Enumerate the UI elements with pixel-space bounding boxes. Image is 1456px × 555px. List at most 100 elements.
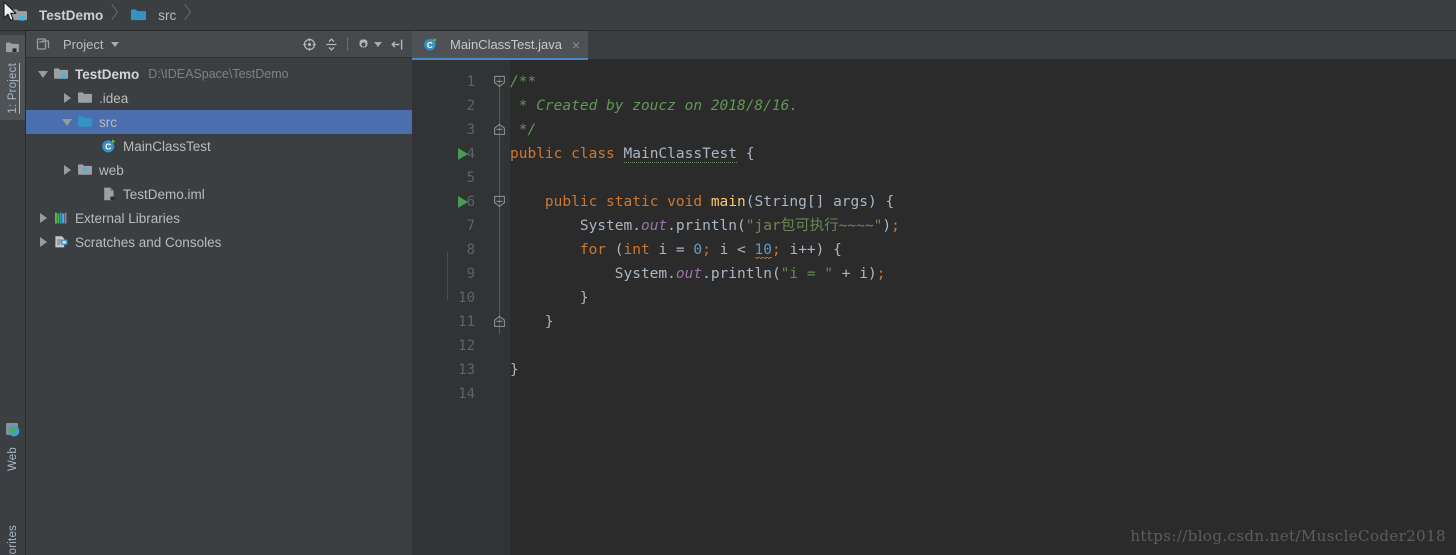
settings-gear-icon[interactable]: [356, 37, 371, 52]
line-number: 3: [466, 122, 475, 138]
line-number: 1: [466, 74, 475, 90]
iml-file-icon: [100, 185, 118, 203]
code-line: */: [510, 122, 537, 138]
line-number: 5: [466, 170, 475, 186]
breadcrumb-item-src[interactable]: src: [119, 0, 182, 31]
code-line: for (int i = 0; i < 10; i++) {: [579, 242, 842, 259]
line-number: 13: [458, 362, 475, 378]
tree-twisty-expanded-icon[interactable]: [58, 110, 76, 134]
tree-twisty-collapsed-icon[interactable]: [34, 206, 52, 230]
code-line: public class MainClassTest {: [510, 146, 755, 163]
scroll-from-source-icon[interactable]: [302, 37, 317, 52]
navigation-bar: TestDemo src: [0, 0, 1456, 31]
editor-tab-bar: C MainClassTest.java ×: [412, 31, 1456, 60]
fold-toggle-icon[interactable]: [493, 123, 506, 136]
tree-node-web[interactable]: web: [26, 158, 412, 182]
run-gutter-icon[interactable]: [458, 196, 468, 208]
tree-twisty-spacer: [82, 182, 100, 206]
tree-node-idea[interactable]: .idea: [26, 86, 412, 110]
tree-node-external-libraries[interactable]: External Libraries: [26, 206, 412, 230]
tree-twisty-expanded-icon[interactable]: [34, 62, 52, 86]
idea-window: TestDemo src 1: Project Web Project Test…: [0, 0, 1456, 555]
tree-node-scratches-and-consoles[interactable]: Scratches and Consoles: [26, 230, 412, 254]
web-globe-icon: [5, 422, 21, 443]
stripe-button-web[interactable]: Web: [0, 416, 25, 477]
fold-toggle-icon[interactable]: [493, 75, 506, 88]
stripe-button-favorites[interactable]: 2: Favorites: [0, 519, 25, 555]
project-tool-window: Project TestDemo D:\IDEASpace\TestDemo .…: [26, 31, 412, 555]
tree-node-path: D:\IDEASpace\TestDemo: [148, 67, 289, 81]
fold-toggle-icon[interactable]: [493, 195, 506, 208]
tree-node-label: .idea: [99, 90, 129, 106]
tree-twisty-collapsed-icon[interactable]: [58, 86, 76, 110]
tree-node-mainclasstest[interactable]: C MainClassTest: [26, 134, 412, 158]
svg-text:C: C: [105, 142, 111, 152]
code-line: /**: [510, 74, 537, 90]
tree-node-testdemo-iml[interactable]: TestDemo.iml: [26, 182, 412, 206]
code-line: }: [510, 290, 589, 306]
tree-node-label: src: [99, 114, 117, 130]
gear-dropdown-chevron-icon[interactable]: [374, 41, 382, 47]
tree-node-label: TestDemo.iml: [123, 186, 205, 202]
module-folder-icon: [10, 6, 28, 24]
tree-node-testdemo[interactable]: TestDemo D:\IDEASpace\TestDemo: [26, 62, 412, 86]
project-panel-title: Project: [63, 36, 104, 52]
svg-text:C: C: [427, 41, 433, 50]
project-panel-actions: [302, 37, 408, 52]
breadcrumb-label: TestDemo: [39, 7, 104, 23]
code-line: System.out.println("i = " + i);: [614, 266, 886, 282]
collapse-all-icon[interactable]: [324, 37, 339, 52]
scratches-icon: [52, 233, 70, 251]
code-editor[interactable]: 1 2 3 4 5 6 7 8 9 10 11 12 13 14 /** * Created by zou…: [412, 60, 1456, 555]
line-number: 12: [458, 338, 475, 354]
tree-twisty-collapsed-icon[interactable]: [34, 230, 52, 254]
code-text[interactable]: /** * Created by zoucz on 2018/8/16. */ p…: [510, 60, 1456, 555]
tree-node-src[interactable]: src: [26, 110, 412, 134]
chevron-down-icon[interactable]: [111, 41, 120, 47]
libraries-icon: [52, 209, 70, 227]
tree-node-label: External Libraries: [75, 210, 181, 226]
code-line: public static void main(String[] args) {: [544, 194, 895, 210]
code-line: System.out.println("jar包可执行~~~~");: [579, 218, 900, 234]
line-number: 14: [458, 386, 475, 402]
stripe-button-project[interactable]: 1: Project: [0, 35, 25, 120]
tree-node-label: Scratches and Consoles: [75, 234, 222, 250]
java-class-runnable-icon: C: [421, 36, 439, 54]
editor-area: C MainClassTest.java × 1 2 3 4 5 6 7 8 9 10 11 12 13…: [412, 31, 1456, 555]
fold-toggle-icon[interactable]: [493, 315, 506, 328]
run-gutter-icon[interactable]: [458, 148, 468, 160]
source-folder-icon: [129, 6, 147, 24]
project-icon: [34, 35, 52, 53]
web-folder-icon: [76, 161, 94, 179]
stripe-label-favorites: 2: Favorites: [7, 525, 19, 555]
breadcrumb-separator: [182, 0, 192, 31]
project-tree[interactable]: TestDemo D:\IDEASpace\TestDemo .idea src C Ma…: [26, 58, 412, 254]
line-number: 7: [466, 218, 475, 234]
stripe-label-project: 1: Project: [6, 63, 19, 114]
line-number: 11: [458, 314, 475, 330]
tree-twisty-spacer: [82, 134, 100, 158]
folder-icon: [76, 89, 94, 107]
close-icon[interactable]: ×: [572, 38, 580, 52]
java-class-runnable-icon: C: [100, 137, 118, 155]
code-line: }: [510, 314, 554, 330]
project-icon: [5, 41, 20, 59]
line-number: 9: [466, 266, 475, 282]
editor-gutter[interactable]: 1 2 3 4 5 6 7 8 9 10 11 12 13 14: [412, 60, 489, 555]
line-number: 8: [466, 242, 475, 258]
hide-panel-icon[interactable]: [389, 37, 404, 52]
stripe-label-web: Web: [6, 447, 19, 472]
tree-node-label: MainClassTest: [123, 138, 211, 154]
breadcrumb-item-testdemo[interactable]: TestDemo: [0, 0, 109, 31]
breadcrumb-label: src: [158, 7, 177, 23]
project-panel-header: Project: [26, 31, 412, 58]
line-number: 10: [458, 290, 475, 306]
editor-tab-mainclasstest[interactable]: C MainClassTest.java ×: [412, 31, 589, 60]
indent-guide: [447, 252, 448, 300]
code-line: * Created by zoucz on 2018/8/16.: [510, 98, 799, 114]
line-number: 2: [466, 98, 475, 114]
tree-twisty-collapsed-icon[interactable]: [58, 158, 76, 182]
